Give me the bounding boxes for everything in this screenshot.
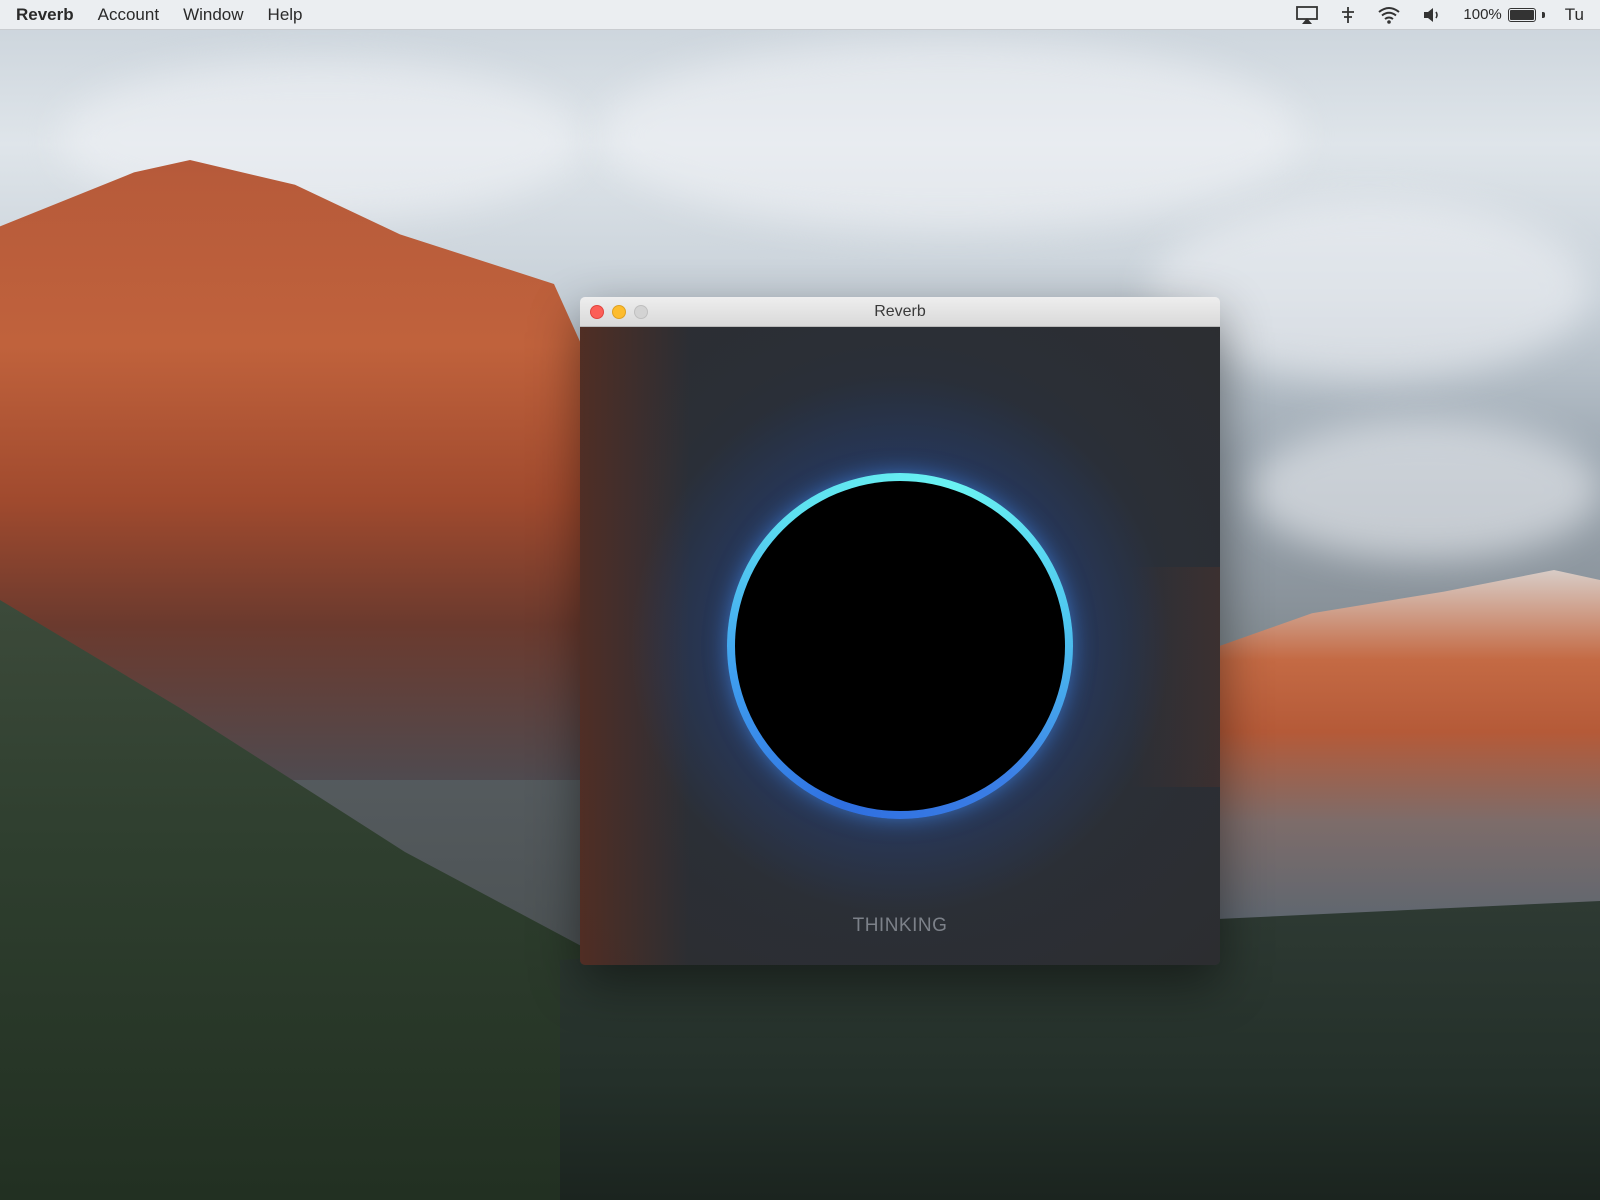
menu-bar: Reverb Account Window Help 100% Tu xyxy=(0,0,1600,30)
cloud xyxy=(1250,420,1600,560)
menu-app-name[interactable]: Reverb xyxy=(16,5,74,25)
window-controls xyxy=(590,305,648,319)
battery-indicator[interactable]: 100% xyxy=(1463,6,1545,23)
menu-help[interactable]: Help xyxy=(268,5,303,25)
battery-tip xyxy=(1541,11,1545,18)
window-title: Reverb xyxy=(874,302,926,320)
right-peak xyxy=(1180,570,1600,930)
battery-icon xyxy=(1507,7,1536,22)
minimize-button[interactable] xyxy=(612,305,626,319)
menu-clock[interactable]: Tu xyxy=(1565,5,1584,25)
voice-orb[interactable] xyxy=(735,481,1065,811)
cloud xyxy=(600,40,1300,230)
wifi-icon[interactable] xyxy=(1377,4,1401,26)
menu-status-area: 100% Tu xyxy=(1295,4,1584,26)
window-content: THINKING xyxy=(580,327,1220,965)
close-button[interactable] xyxy=(590,305,604,319)
window-titlebar[interactable]: Reverb xyxy=(580,297,1220,327)
reverb-window: Reverb THINKING xyxy=(580,297,1220,965)
volume-icon[interactable] xyxy=(1421,4,1443,26)
battery-percent: 100% xyxy=(1463,6,1502,23)
menu-window[interactable]: Window xyxy=(183,5,243,25)
airplay-icon[interactable] xyxy=(1295,4,1319,26)
input-icon[interactable] xyxy=(1339,4,1357,26)
zoom-button[interactable] xyxy=(634,305,648,319)
menu-account[interactable]: Account xyxy=(98,5,159,25)
status-label: THINKING xyxy=(852,915,948,936)
